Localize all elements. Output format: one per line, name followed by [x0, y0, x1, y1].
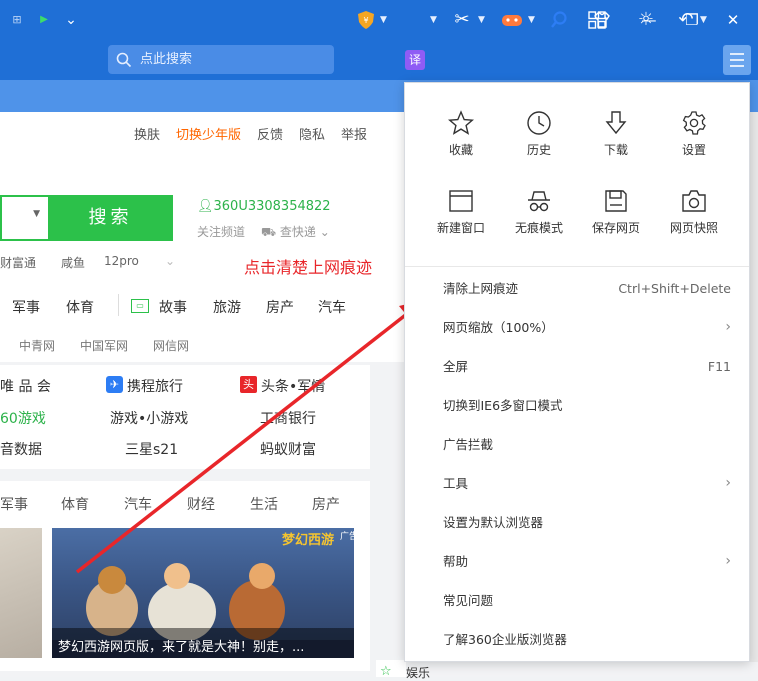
chevron-down-icon[interactable]: ⌄: [62, 0, 80, 40]
menu-grid-snapshot[interactable]: 网页快照: [655, 183, 733, 249]
gamepad-icon[interactable]: [500, 0, 524, 40]
page-search-button[interactable]: 搜索: [48, 195, 173, 241]
close-icon[interactable]: ✕: [716, 0, 750, 40]
menu-grid-favorites[interactable]: 收藏: [422, 105, 500, 171]
page-scrollbar[interactable]: [750, 112, 758, 662]
menu-grid-incognito[interactable]: 无痕模式: [500, 183, 578, 249]
scissors-icon[interactable]: ✂: [452, 0, 472, 40]
chevron-down-icon: ⌄: [315, 225, 330, 239]
main-menu-dropdown: 收藏 历史 下载 设置 新建窗口 无痕模式 保存网页 网页快照 清除上网痕迹 C…: [404, 82, 750, 662]
gamepad-caret-icon[interactable]: ▼: [528, 0, 535, 40]
menu-item-help[interactable]: 帮助 ›: [405, 542, 749, 581]
translate-caret-icon[interactable]: ▼: [430, 0, 437, 40]
camera-icon: [655, 183, 733, 219]
brightness-icon[interactable]: ☼: [635, 0, 657, 40]
menu-item-fullscreen[interactable]: 全屏 F11: [405, 347, 749, 386]
site-link[interactable]: 60游戏: [0, 408, 46, 428]
skin-link[interactable]: 换肤: [134, 124, 160, 143]
menu-item-ad-block[interactable]: 广告拦截: [405, 425, 749, 464]
download-icon: [577, 105, 655, 141]
express-query-link[interactable]: ⛟ 查快递 ⌄: [261, 223, 330, 241]
apps-icon[interactable]: [586, 0, 608, 40]
svg-text:¥: ¥: [363, 16, 368, 25]
menu-item-tools[interactable]: 工具 ›: [405, 464, 749, 503]
menu-grid-label: 新建窗口: [436, 221, 485, 235]
undo-caret-icon[interactable]: ▼: [700, 0, 707, 40]
entertainment-link[interactable]: 娱乐: [406, 664, 430, 681]
chevron-right-icon: ›: [725, 553, 731, 569]
menu-item-ie6-mode[interactable]: 切换到IE6多窗口模式: [405, 386, 749, 425]
hint-item[interactable]: 12pro: [104, 254, 139, 268]
menu-item-zoom[interactable]: 网页缩放（100%） ›: [405, 308, 749, 347]
feedback-link[interactable]: 反馈: [257, 124, 283, 143]
hint-item[interactable]: 财富通: [0, 254, 36, 271]
menu-grid-label: 收藏: [448, 143, 473, 157]
menu-grid-label: 下载: [603, 143, 628, 157]
save-icon: [577, 183, 655, 219]
menu-grid-new-window[interactable]: 新建窗口: [422, 183, 500, 249]
page-search-input[interactable]: ▼: [0, 195, 48, 241]
clock-icon: [500, 105, 578, 141]
main-menu-button[interactable]: [723, 45, 751, 75]
news-image-left[interactable]: [0, 528, 42, 658]
menu-grid-settings[interactable]: 设置: [655, 105, 733, 171]
gear-icon: [655, 105, 733, 141]
magnifier-icon[interactable]: [548, 0, 570, 40]
menu-grid-downloads[interactable]: 下载: [577, 105, 655, 171]
play-icon[interactable]: ▶: [36, 0, 52, 40]
menu-grid-label: 历史: [526, 143, 551, 157]
scissors-caret-icon[interactable]: ▼: [478, 0, 485, 40]
sub-nav-link[interactable]: 中青网: [19, 337, 55, 354]
chevron-down-icon[interactable]: ⌄: [165, 254, 175, 268]
search-input[interactable]: 点此搜索: [140, 45, 192, 74]
menu-grid-label: 设置: [681, 143, 706, 157]
chevron-right-icon: ›: [725, 475, 731, 491]
nav-tab[interactable]: 军事: [12, 297, 40, 317]
annotation-text: 点击清楚上网痕迹: [244, 258, 373, 277]
youth-mode-link[interactable]: 切换少年版: [176, 124, 241, 143]
undo-icon[interactable]: ↶: [675, 0, 697, 40]
menu-grid-save-page[interactable]: 保存网页: [577, 183, 655, 249]
menu-item-default-browser[interactable]: 设置为默认浏览器: [405, 503, 749, 542]
menu-grid-history[interactable]: 历史: [500, 105, 578, 171]
star-icon: [422, 105, 500, 141]
news-caption[interactable]: 梦幻西游网页版，来了就是大神！别走，...: [58, 636, 304, 655]
site-link[interactable]: 唯 品 会: [0, 376, 51, 396]
menu-grid-label: 无痕模式: [514, 221, 563, 235]
user-icon: 👤︎: [197, 199, 214, 214]
menu-item-clear-history[interactable]: 清除上网痕迹 Ctrl+Shift+Delete: [405, 269, 749, 308]
grid-small-icon[interactable]: ⊞: [8, 0, 26, 40]
site-link[interactable]: 音数据: [0, 439, 42, 459]
shield-icon[interactable]: ¥: [356, 0, 376, 40]
hint-item[interactable]: 咸鱼: [61, 254, 85, 271]
report-link[interactable]: 举报: [341, 124, 367, 143]
menu-item-enterprise[interactable]: 了解360企业版浏览器: [405, 620, 749, 659]
translate-icon[interactable]: 译: [405, 50, 425, 70]
search-icon: [116, 45, 134, 74]
annotation-arrow: [75, 300, 424, 574]
follow-channel-link[interactable]: 关注频道: [197, 223, 245, 240]
user-account[interactable]: 👤︎360U3308354822: [197, 199, 331, 214]
menu-divider: [405, 266, 749, 267]
menu-grid-label: 保存网页: [591, 221, 640, 235]
chevron-right-icon: ›: [725, 319, 731, 335]
incognito-icon: [500, 183, 578, 219]
menu-item-faq[interactable]: 常见问题: [405, 581, 749, 620]
news-tab[interactable]: 军事: [0, 494, 28, 514]
privacy-link[interactable]: 隐私: [299, 124, 325, 143]
truck-icon: ⛟: [261, 225, 280, 239]
window-icon: [422, 183, 500, 219]
user-name: 360U3308354822: [213, 199, 331, 214]
shield-caret-icon[interactable]: ▼: [380, 0, 387, 40]
menu-grid-label: 网页快照: [669, 221, 718, 235]
